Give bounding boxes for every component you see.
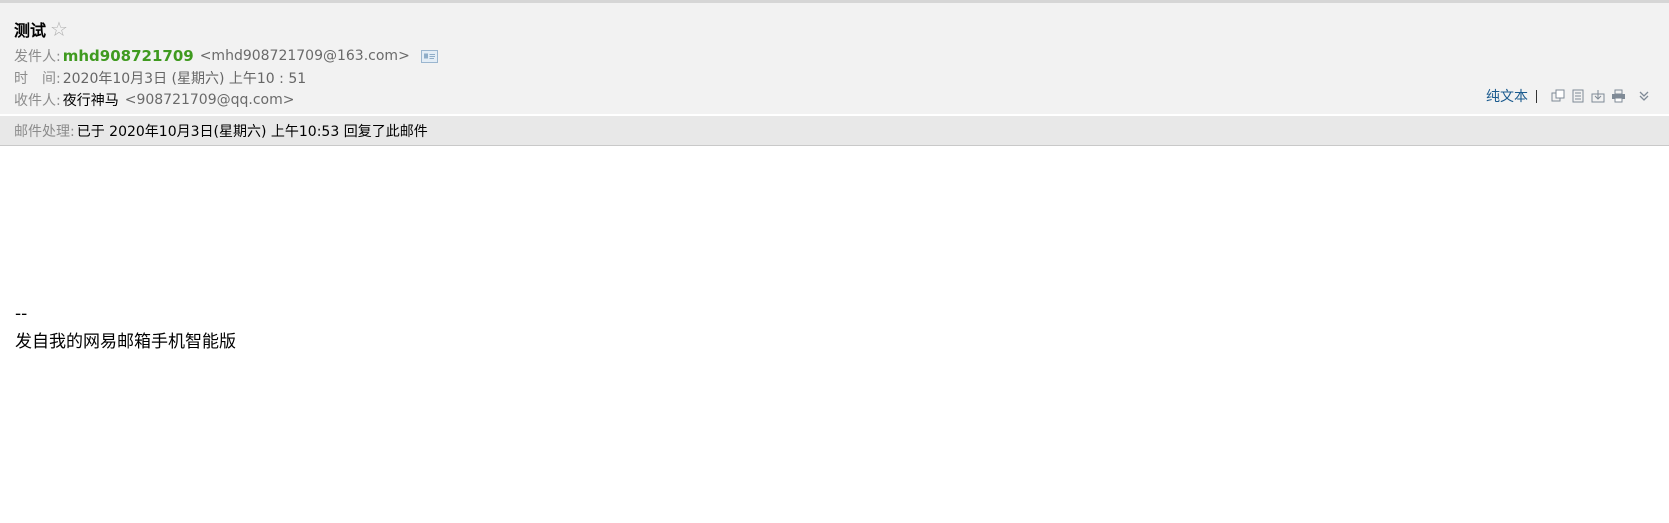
email-body: -- 发自我的网易邮箱手机智能版 <box>15 300 236 356</box>
sender-address: <mhd908721709@163.com> <box>199 48 410 64</box>
new-window-icon[interactable] <box>1549 88 1567 104</box>
recipient-address: <908721709@qq.com> <box>124 92 295 108</box>
email-subject: 测试 <box>14 21 47 40</box>
signature-text: 发自我的网易邮箱手机智能版 <box>15 332 236 352</box>
expand-down-icon[interactable] <box>1635 88 1653 104</box>
from-row: 发件人: mhd908721709 <mhd908721709@163.com> <box>14 46 438 66</box>
from-label: 发件人: <box>14 49 61 65</box>
to-row: 收件人: 夜行神马 <908721709@qq.com> <box>14 90 294 110</box>
to-label: 收件人: <box>14 93 61 109</box>
mail-status-bar: 邮件处理: 已于 2020年10月3日(星期六) 上午10:53 回复了此邮件 <box>0 116 1669 146</box>
time-row: 时 间: 2020年10月3日 (星期六) 上午10 : 51 <box>14 68 306 88</box>
sender-name[interactable]: mhd908721709 <box>63 47 194 65</box>
print-icon[interactable] <box>1609 88 1627 104</box>
status-label: 邮件处理: <box>14 123 75 140</box>
time-value: 2020年10月3日 (星期六) 上午10 : 51 <box>62 71 307 87</box>
plain-text-link[interactable]: 纯文本 <box>1486 86 1528 106</box>
recipient-name[interactable]: 夜行神马 <box>63 90 119 110</box>
subject-row: 测试 ☆ <box>14 18 68 40</box>
message-toolbar: 纯文本 <box>1486 87 1653 105</box>
download-icon[interactable] <box>1589 88 1607 104</box>
contact-card-icon[interactable] <box>420 49 438 63</box>
star-outline-icon[interactable]: ☆ <box>50 19 68 39</box>
document-icon[interactable] <box>1569 88 1587 104</box>
email-header: 测试 ☆ 发件人: mhd908721709 <mhd908721709@163… <box>0 3 1669 114</box>
status-text: 已于 2020年10月3日(星期六) 上午10:53 回复了此邮件 <box>76 123 428 140</box>
signature-separator: -- <box>15 304 28 324</box>
time-label: 时 间: <box>14 71 61 87</box>
toolbar-divider <box>1536 89 1537 103</box>
